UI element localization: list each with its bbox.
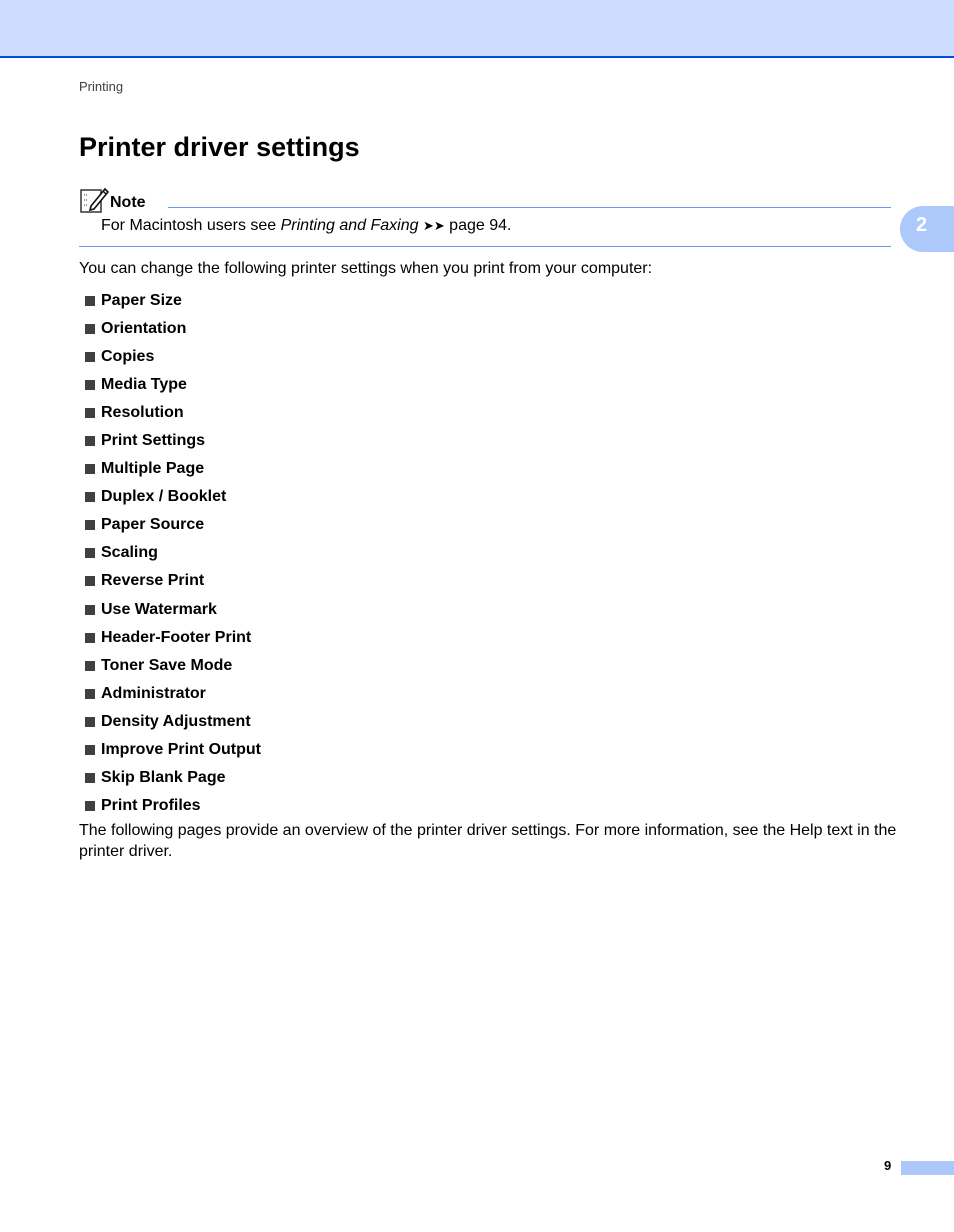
list-item-label: Multiple Page bbox=[101, 460, 205, 478]
outro-paragraph: The following pages provide an overview … bbox=[79, 822, 897, 860]
note-pencil-icon bbox=[80, 187, 109, 213]
list-item: Reverse Print bbox=[85, 567, 261, 595]
square-bullet-icon bbox=[85, 800, 95, 811]
note-divider-top bbox=[168, 207, 891, 208]
square-bullet-icon bbox=[85, 464, 95, 475]
list-item: Copies bbox=[85, 343, 261, 371]
note-text: For Macintosh users see Printing and Fax… bbox=[101, 217, 511, 235]
square-bullet-icon bbox=[85, 380, 95, 391]
note-link[interactable]: Printing and Faxing bbox=[281, 217, 419, 234]
square-bullet-icon bbox=[85, 660, 95, 671]
note-box: Note For Macintosh users see Printing an… bbox=[79, 186, 891, 247]
header-band bbox=[0, 0, 954, 56]
page-number: 9 bbox=[884, 1158, 892, 1173]
list-item-label: Duplex / Booklet bbox=[101, 488, 227, 506]
list-item: Orientation bbox=[85, 315, 261, 343]
list-item-label: Use Watermark bbox=[101, 600, 217, 618]
list-item: Print Settings bbox=[85, 427, 261, 455]
list-item: Paper Source bbox=[85, 511, 261, 539]
list-item-label: Copies bbox=[101, 348, 155, 366]
page-title: Printer driver settings bbox=[79, 132, 360, 162]
square-bullet-icon bbox=[85, 548, 95, 559]
list-item-label: Toner Save Mode bbox=[101, 656, 233, 674]
square-bullet-icon bbox=[85, 716, 95, 727]
list-item: Administrator bbox=[85, 680, 261, 708]
square-bullet-icon bbox=[85, 324, 95, 335]
list-item-label: Administrator bbox=[101, 684, 206, 702]
list-item-label: Skip Blank Page bbox=[101, 768, 226, 786]
square-bullet-icon bbox=[85, 520, 95, 531]
list-item-label: Improve Print Output bbox=[101, 740, 261, 758]
square-bullet-icon bbox=[85, 604, 95, 615]
note-text-before: For Macintosh users see bbox=[101, 217, 281, 234]
breadcrumb: Printing bbox=[79, 79, 124, 94]
square-bullet-icon bbox=[85, 296, 95, 307]
header-rule bbox=[0, 56, 954, 58]
square-bullet-icon bbox=[85, 576, 95, 587]
settings-list: Paper Size Orientation Copies Media Type… bbox=[85, 287, 261, 820]
list-item-label: Paper Size bbox=[101, 292, 182, 310]
page-number-bar bbox=[901, 1161, 954, 1175]
list-item: Use Watermark bbox=[85, 596, 261, 624]
list-item-label: Header-Footer Print bbox=[101, 628, 252, 646]
list-item-label: Density Adjustment bbox=[101, 712, 251, 730]
list-item-label: Paper Source bbox=[101, 516, 205, 534]
list-item-label: Reverse Print bbox=[101, 572, 205, 590]
note-label: Note bbox=[110, 194, 146, 211]
list-item: Resolution bbox=[85, 399, 261, 427]
list-item: Paper Size bbox=[85, 287, 261, 315]
square-bullet-icon bbox=[85, 744, 95, 755]
square-bullet-icon bbox=[85, 436, 95, 447]
square-bullet-icon bbox=[85, 408, 95, 419]
list-item: Scaling bbox=[85, 539, 261, 567]
list-item: Multiple Page bbox=[85, 455, 261, 483]
list-item-label: Print Settings bbox=[101, 432, 206, 450]
list-item-label: Media Type bbox=[101, 376, 187, 394]
square-bullet-icon bbox=[85, 772, 95, 783]
chapter-number: 2 bbox=[916, 214, 928, 236]
arrow-icon: ➤➤ bbox=[422, 218, 445, 233]
note-divider-bottom bbox=[79, 246, 891, 247]
list-item: Media Type bbox=[85, 371, 261, 399]
list-item-label: Scaling bbox=[101, 544, 158, 562]
square-bullet-icon bbox=[85, 492, 95, 503]
list-item: Toner Save Mode bbox=[85, 652, 261, 680]
square-bullet-icon bbox=[85, 352, 95, 363]
intro-paragraph: You can change the following printer set… bbox=[79, 260, 653, 277]
list-item-label: Resolution bbox=[101, 404, 184, 422]
list-item: Skip Blank Page bbox=[85, 764, 261, 792]
list-item: Header-Footer Print bbox=[85, 624, 261, 652]
note-text-after: page 94. bbox=[444, 217, 512, 234]
list-item: Improve Print Output bbox=[85, 736, 261, 764]
square-bullet-icon bbox=[85, 688, 95, 699]
list-item: Print Profiles bbox=[85, 792, 261, 820]
square-bullet-icon bbox=[85, 632, 95, 643]
list-item-label: Print Profiles bbox=[101, 796, 201, 814]
list-item-label: Orientation bbox=[101, 320, 187, 338]
list-item: Density Adjustment bbox=[85, 708, 261, 736]
list-item: Duplex / Booklet bbox=[85, 483, 261, 511]
